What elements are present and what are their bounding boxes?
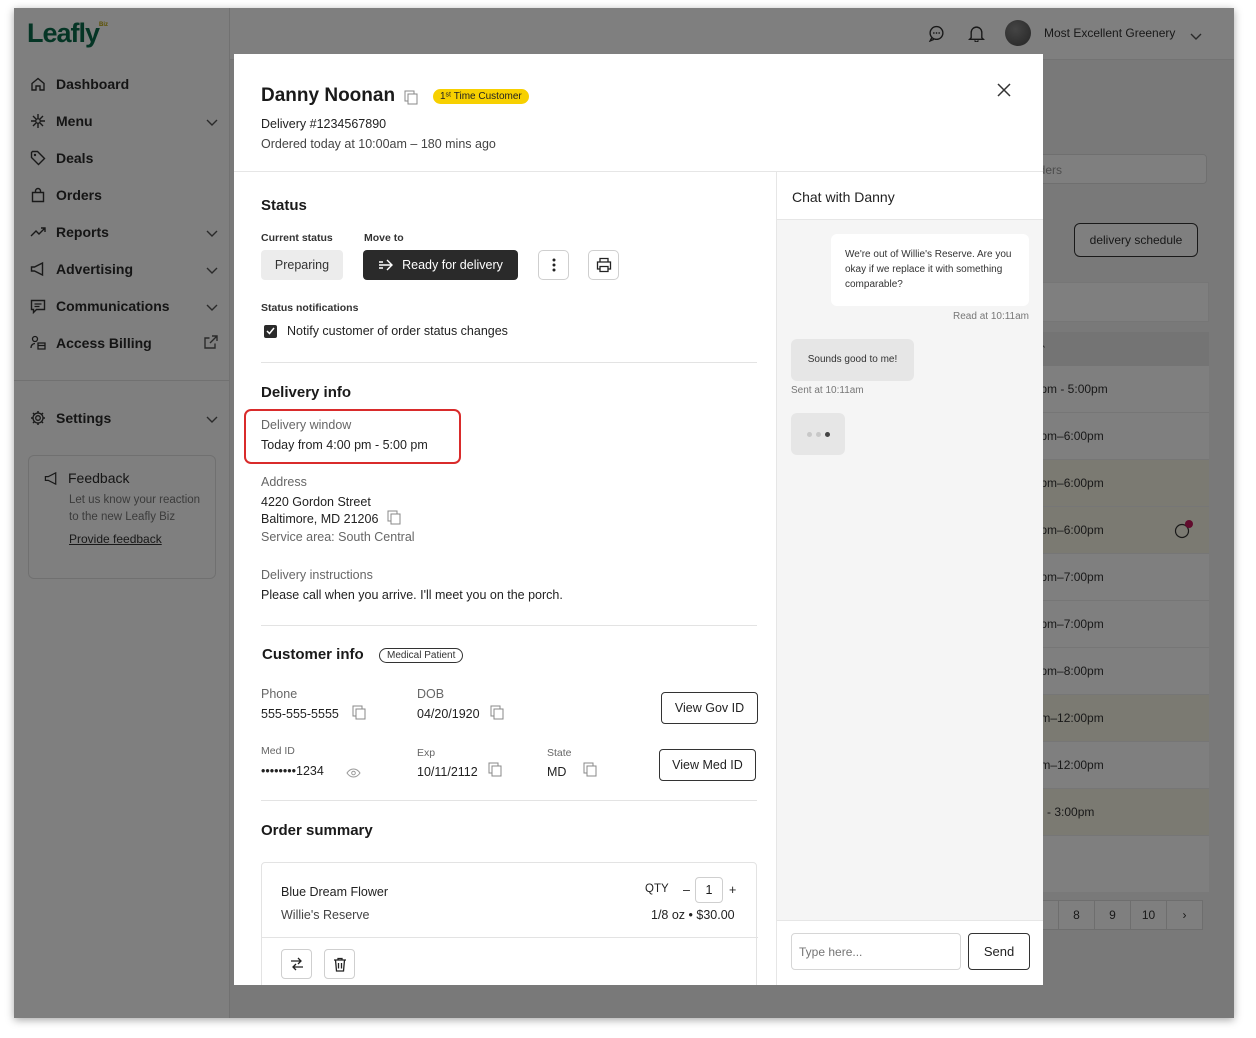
notify-customer-row[interactable]: Notify customer of order status changes bbox=[264, 324, 508, 338]
printer-icon bbox=[596, 257, 611, 273]
delivery-section-title: Delivery info bbox=[261, 384, 352, 401]
instructions-label: Delivery instructions bbox=[261, 568, 373, 582]
copy-icon[interactable] bbox=[387, 510, 401, 530]
chat-message-input[interactable] bbox=[791, 933, 961, 970]
exp-label: Exp bbox=[417, 747, 436, 759]
copy-icon[interactable] bbox=[488, 762, 502, 782]
arrow-right-icon bbox=[379, 259, 394, 271]
section-divider bbox=[261, 800, 757, 801]
item-brand: Willie's Reserve bbox=[281, 908, 370, 922]
incoming-message: Sounds good to me! bbox=[791, 339, 914, 381]
status-notifications-label: Status notifications bbox=[261, 302, 359, 314]
ready-button-label: Ready for delivery bbox=[402, 258, 503, 272]
copy-icon[interactable] bbox=[583, 762, 597, 782]
qty-label: QTY bbox=[645, 883, 669, 895]
qty-input[interactable]: 1 bbox=[695, 877, 723, 903]
copy-icon[interactable] bbox=[352, 705, 366, 725]
phone-label: Phone bbox=[261, 687, 298, 701]
chat-panel: Chat with Danny We're out of Willie's Re… bbox=[777, 172, 1043, 985]
notify-label: Notify customer of order status changes bbox=[287, 324, 508, 338]
eye-icon[interactable] bbox=[346, 765, 361, 783]
delete-item-button[interactable] bbox=[324, 949, 355, 979]
address-label: Address bbox=[261, 475, 307, 489]
send-button[interactable]: Send bbox=[968, 933, 1030, 970]
med-id-label: Med ID bbox=[261, 745, 295, 757]
app-window: LeaflyBiz Dashboard Menu Deals Orders bbox=[14, 8, 1234, 1018]
chat-footer: Send bbox=[777, 920, 1043, 985]
order-item-card: Blue Dream Flower Willie's Reserve QTY –… bbox=[261, 862, 758, 985]
ready-for-delivery-button[interactable]: Ready for delivery bbox=[363, 250, 518, 280]
close-icon[interactable] bbox=[996, 82, 1014, 100]
current-status-pill: Preparing bbox=[261, 250, 343, 280]
section-divider bbox=[261, 362, 757, 363]
chat-title: Chat with Danny bbox=[777, 172, 1043, 220]
item-name: Blue Dream Flower bbox=[281, 885, 388, 899]
section-divider bbox=[261, 625, 757, 626]
exp-value: 10/11/2112 bbox=[417, 765, 478, 779]
status-section-title: Status bbox=[261, 197, 307, 214]
customer-name: Danny Noonan bbox=[261, 85, 396, 106]
delivery-window-value: Today from 4:00 pm - 5:00 pm bbox=[261, 438, 428, 452]
phone-value: 555-555-5555 bbox=[261, 707, 339, 721]
qty-increment-button[interactable]: + bbox=[729, 883, 736, 897]
customer-section-title: Customer info bbox=[262, 646, 364, 663]
typing-indicator bbox=[791, 413, 845, 455]
service-area: Service area: South Central bbox=[261, 530, 415, 544]
order-summary-title: Order summary bbox=[261, 822, 373, 839]
view-med-id-button[interactable]: View Med ID bbox=[659, 749, 756, 781]
kebab-icon bbox=[552, 258, 555, 272]
ordered-at: Ordered today at 10:00am – 180 mins ago bbox=[261, 137, 496, 151]
order-detail-modal: Danny Noonan 1ˢᵗ Time Customer Delivery … bbox=[234, 54, 1043, 985]
medical-patient-tag: Medical Patient bbox=[379, 648, 464, 663]
print-button[interactable] bbox=[588, 250, 619, 280]
state-value: MD bbox=[547, 765, 567, 779]
copy-icon[interactable] bbox=[490, 705, 504, 725]
outgoing-message: We're out of Willie's Reserve. Are you o… bbox=[831, 234, 1029, 306]
dob-label: DOB bbox=[417, 687, 445, 701]
qty-decrement-button[interactable]: – bbox=[683, 883, 690, 897]
item-price: 1/8 oz • $30.00 bbox=[651, 908, 735, 922]
state-label: State bbox=[547, 747, 572, 759]
delivery-window-label: Delivery window bbox=[261, 418, 352, 432]
read-receipt: Read at 10:11am bbox=[953, 311, 1029, 322]
substitute-button[interactable] bbox=[281, 949, 312, 979]
instructions-value: Please call when you arrive. I'll meet y… bbox=[261, 588, 563, 602]
notify-checkbox[interactable] bbox=[264, 324, 277, 338]
sent-timestamp: Sent at 10:11am bbox=[791, 385, 864, 396]
first-time-badge: 1ˢᵗ Time Customer bbox=[433, 89, 529, 104]
more-options-button[interactable] bbox=[538, 250, 569, 280]
swap-arrows-icon bbox=[290, 957, 303, 971]
modal-header: Danny Noonan 1ˢᵗ Time Customer Delivery … bbox=[234, 54, 1043, 172]
address-line1: 4220 Gordon Street bbox=[261, 495, 371, 509]
copy-icon[interactable] bbox=[404, 90, 418, 110]
order-details-pane: Status Current status Move to Preparing … bbox=[234, 172, 777, 985]
card-divider bbox=[262, 937, 758, 938]
dob-value: 04/20/1920 bbox=[417, 707, 480, 721]
delivery-number: Delivery #1234567890 bbox=[261, 117, 387, 131]
check-icon bbox=[266, 327, 275, 335]
address-line2: Baltimore, MD 21206 bbox=[261, 512, 379, 526]
view-gov-id-button[interactable]: View Gov ID bbox=[661, 692, 758, 724]
current-status-label: Current status bbox=[261, 232, 333, 244]
med-id-value: ••••••••1234 bbox=[261, 764, 324, 778]
move-to-label: Move to bbox=[364, 232, 404, 244]
trash-icon bbox=[333, 957, 346, 972]
